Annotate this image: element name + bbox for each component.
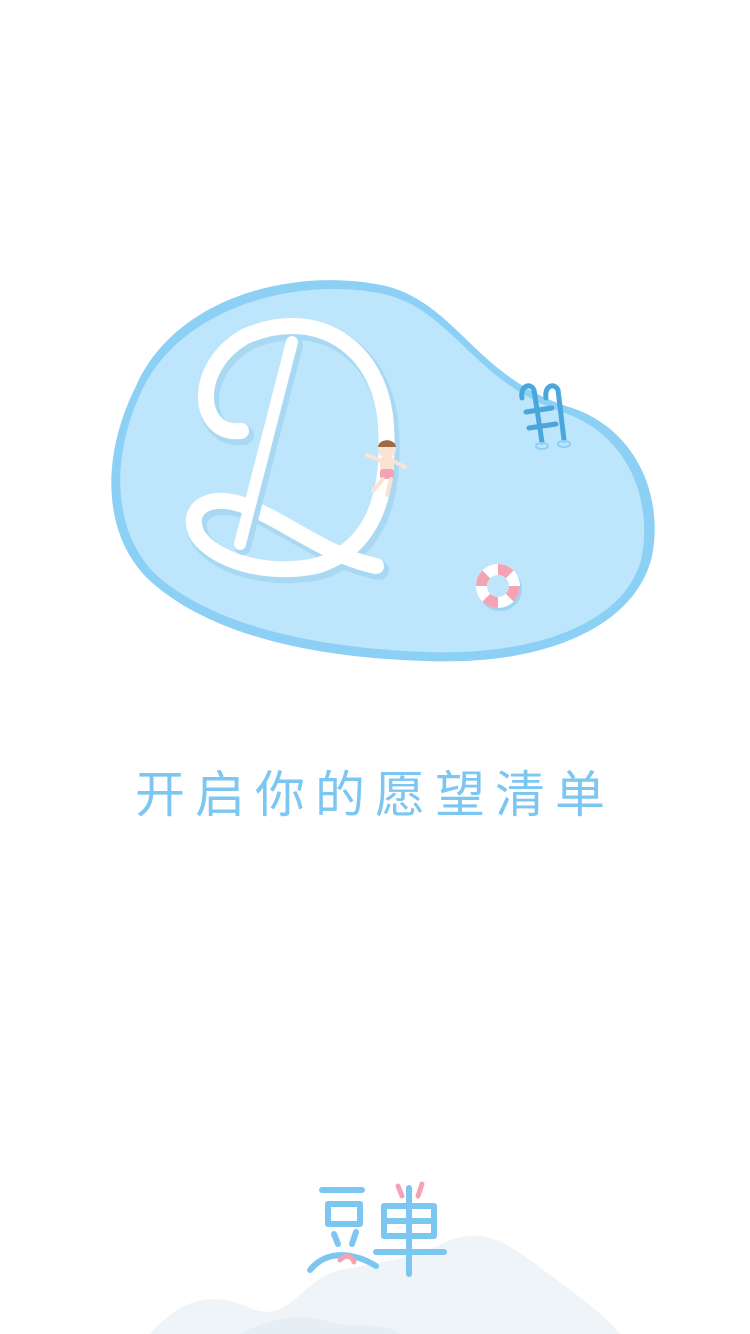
slogan-text: 开启你的愿望清单 xyxy=(135,766,615,824)
brand-logo xyxy=(307,1181,447,1277)
pool-letter-d-icon xyxy=(111,280,655,662)
splash-screen: 开启你的愿望清单 xyxy=(0,0,750,1334)
